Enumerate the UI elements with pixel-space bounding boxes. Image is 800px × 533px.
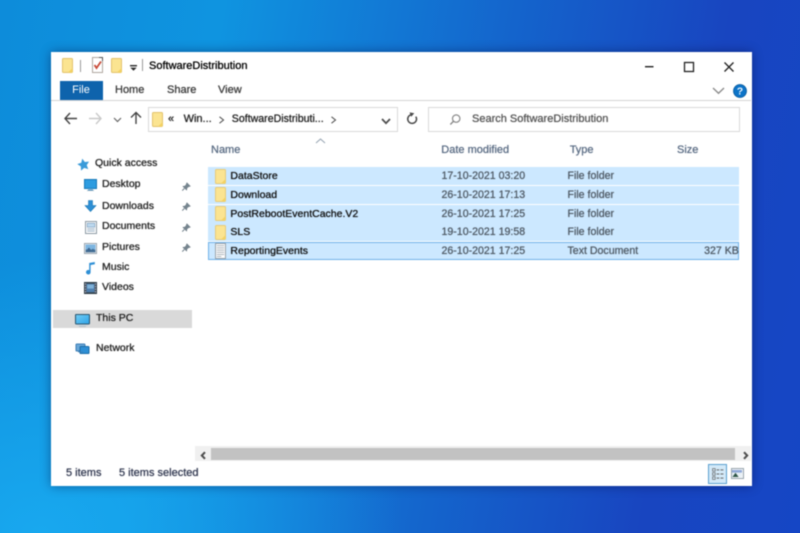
svg-text:?: ?	[737, 85, 743, 97]
